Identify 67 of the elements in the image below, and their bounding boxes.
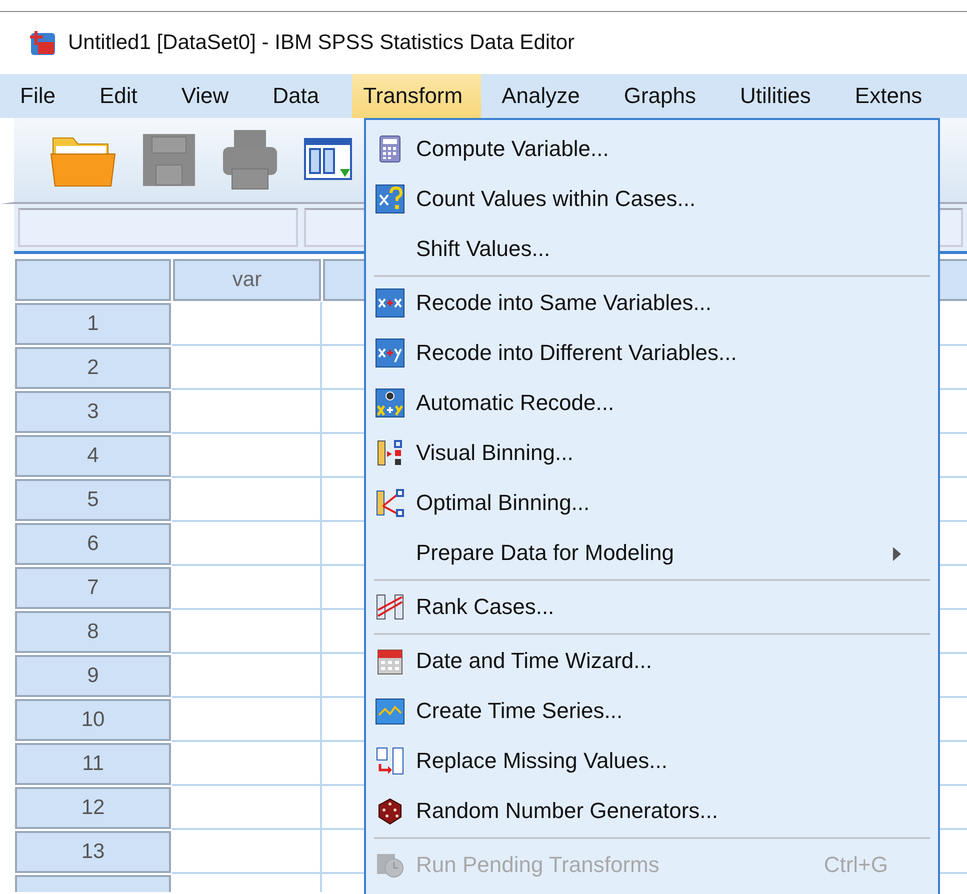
row-header[interactable]: 1 bbox=[15, 303, 171, 345]
menu-item[interactable]: View bbox=[170, 74, 240, 118]
row-header[interactable]: 4 bbox=[15, 435, 171, 477]
recode-icon bbox=[375, 288, 405, 318]
menu-option[interactable]: Recode into Same Variables... bbox=[416, 290, 712, 316]
row-header[interactable]: 5 bbox=[15, 479, 171, 521]
menu-item[interactable]: Edit bbox=[88, 74, 148, 118]
menu-item[interactable]: Utilities bbox=[729, 74, 822, 118]
table-cell[interactable] bbox=[172, 478, 322, 522]
table-cell[interactable] bbox=[172, 698, 322, 742]
table-cell[interactable] bbox=[172, 742, 322, 786]
row-header[interactable]: 8 bbox=[15, 611, 171, 653]
recode-icon bbox=[375, 338, 405, 368]
window-title: Untitled1 [DataSet0] - IBM SPSS Statistics Data Editor bbox=[68, 31, 575, 55]
table-cell[interactable] bbox=[172, 610, 322, 654]
row-header[interactable]: 11 bbox=[15, 743, 171, 785]
menu-option[interactable]: Replace Missing Values... bbox=[416, 748, 668, 774]
menu-option[interactable]: Date and Time Wizard... bbox=[416, 648, 652, 674]
replace-values-icon bbox=[375, 746, 405, 776]
variable-question-icon bbox=[375, 184, 405, 214]
row-header[interactable]: 7 bbox=[15, 567, 171, 609]
table-cell[interactable] bbox=[172, 302, 322, 346]
row-header[interactable]: 2 bbox=[15, 347, 171, 389]
menu-option[interactable]: Optimal Binning... bbox=[416, 490, 590, 516]
table-cell[interactable] bbox=[172, 522, 322, 566]
menu-item[interactable]: File bbox=[9, 74, 66, 118]
menu-item[interactable]: Transform bbox=[352, 74, 481, 118]
cell-name-field[interactable] bbox=[18, 208, 298, 247]
row-header[interactable]: 9 bbox=[15, 655, 171, 697]
printer-icon[interactable] bbox=[222, 129, 278, 191]
menu-option[interactable]: Visual Binning... bbox=[416, 440, 574, 466]
menu-option[interactable]: Create Time Series... bbox=[416, 698, 623, 724]
menu-option[interactable]: Prepare Data for Modeling bbox=[416, 540, 674, 566]
menu-item[interactable]: Extens bbox=[844, 74, 934, 118]
table-cell[interactable] bbox=[172, 346, 322, 390]
binning-icon bbox=[375, 438, 405, 468]
menu-option[interactable]: Recode into Different Variables... bbox=[416, 340, 737, 366]
menu-option[interactable]: Random Number Generators... bbox=[416, 798, 718, 824]
table-cell[interactable] bbox=[172, 786, 322, 830]
menu-option[interactable]: Rank Cases... bbox=[416, 594, 554, 620]
row-header[interactable]: 12 bbox=[15, 787, 171, 829]
calculator-icon bbox=[377, 135, 403, 163]
menu-item[interactable]: Analyze bbox=[490, 74, 591, 118]
menu-item[interactable]: Data bbox=[262, 74, 330, 118]
table-cell[interactable] bbox=[172, 434, 322, 478]
binning-icon bbox=[375, 488, 405, 518]
corner-cell[interactable] bbox=[15, 259, 171, 301]
column-header[interactable]: var bbox=[173, 259, 321, 301]
table-cell[interactable] bbox=[172, 654, 322, 698]
row-header[interactable]: 13 bbox=[15, 831, 171, 873]
row-header[interactable]: 10 bbox=[15, 699, 171, 741]
rank-icon bbox=[375, 592, 405, 622]
row-header[interactable]: 3 bbox=[15, 391, 171, 433]
menu-option[interactable]: Count Values within Cases... bbox=[416, 186, 696, 212]
menu-option[interactable]: Shift Values... bbox=[416, 236, 550, 262]
table-cell[interactable] bbox=[172, 830, 322, 874]
shortcut-label: Ctrl+G bbox=[824, 852, 888, 878]
table-cell[interactable] bbox=[172, 390, 322, 434]
menu-item[interactable]: Graphs bbox=[612, 74, 708, 118]
menu-option[interactable]: Compute Variable... bbox=[416, 136, 609, 162]
menu-option[interactable]: Automatic Recode... bbox=[416, 390, 614, 416]
app-icon bbox=[28, 28, 58, 58]
line-chart-icon bbox=[375, 696, 405, 726]
save-icon[interactable] bbox=[142, 133, 196, 187]
gear-recode-icon bbox=[375, 388, 405, 418]
row-header[interactable]: 6 bbox=[15, 523, 171, 565]
table-cell[interactable] bbox=[172, 566, 322, 610]
